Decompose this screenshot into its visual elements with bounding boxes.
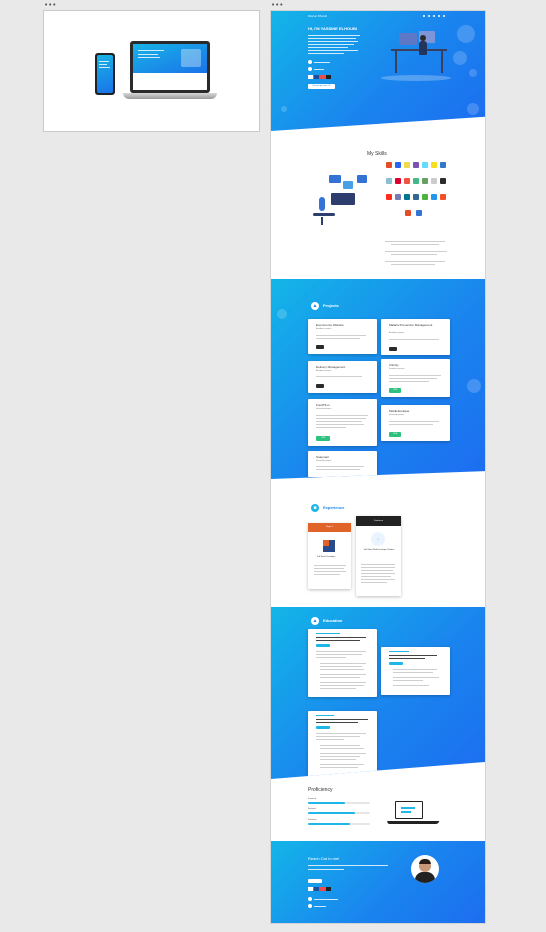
instagram-icon[interactable] <box>320 887 325 891</box>
experience-section: ■ Experience Stage 1 Full Stack Develope… <box>271 479 485 609</box>
project-card[interactable]: Malaria Prevention Management Academic p… <box>381 319 450 355</box>
nav-item[interactable] <box>433 15 435 17</box>
experience-card-header: Freelance <box>356 516 401 526</box>
project-subtitle: Academic project <box>389 332 405 334</box>
project-title: Mobileboutique <box>389 409 410 413</box>
linkedin-icon[interactable] <box>314 887 319 891</box>
project-card[interactable]: Delivery Management Academic project <box>308 361 377 393</box>
proficiency-bar <box>308 802 370 804</box>
laptop-mockup <box>130 41 210 93</box>
proficiency-title: Proficiency <box>308 787 333 793</box>
education-card[interactable] <box>308 629 377 697</box>
github-button[interactable] <box>389 347 397 351</box>
projects-section: ▲ Projects Ecommerce Website Academic pr… <box>271 279 485 479</box>
project-subtitle: Academic project <box>316 370 332 372</box>
education-card[interactable] <box>308 711 377 777</box>
right-frame-handle[interactable]: ••• <box>271 2 283 9</box>
location-icon <box>308 904 312 908</box>
contact-social-links <box>308 887 331 891</box>
live-button[interactable]: LIVE <box>316 436 330 441</box>
experience-title: Experience <box>323 505 345 510</box>
project-title: Snapmail <box>316 455 329 459</box>
linkedin-icon[interactable] <box>314 75 319 79</box>
proficiency-bar <box>308 823 370 825</box>
social-links <box>308 75 331 79</box>
company-logo: • <box>371 532 385 546</box>
project-title: FoodTILin <box>316 403 330 407</box>
github-icon[interactable] <box>326 75 331 79</box>
projects-title: Projects <box>323 303 339 308</box>
phone-mockup <box>95 53 115 95</box>
project-card[interactable]: Snapmail Internship project <box>308 451 377 477</box>
site-logo[interactable]: Yassine Elhoubi <box>308 14 327 18</box>
skills-section: My Skills <box>271 131 485 281</box>
education-icon: ▲ <box>311 617 319 625</box>
nav-item[interactable] <box>423 15 425 17</box>
experience-icon: ■ <box>311 504 319 512</box>
github-icon[interactable] <box>326 887 331 891</box>
hero-section: Yassine Elhoubi HI, I'M YASSINE ELHOUBI … <box>271 11 485 131</box>
education-section: ▲ Education <box>271 607 485 779</box>
project-subtitle: Internship project <box>389 414 405 416</box>
education-title: Education <box>323 618 343 623</box>
github-button[interactable] <box>316 345 324 349</box>
contact-section: Reach Out to me! <box>271 841 485 923</box>
resume-button[interactable] <box>308 879 322 883</box>
project-card[interactable]: Clinicty Freelance project LIVE <box>381 359 450 397</box>
proficiency-label: Database <box>308 819 317 821</box>
proficiency-label: Frontend <box>308 798 317 800</box>
projects-icon: ▲ <box>311 302 319 310</box>
project-subtitle: Academic project <box>316 328 332 330</box>
experience-card[interactable]: Stage 1 Full Stack Developer <box>308 523 351 589</box>
experience-card[interactable]: Freelance • Full Stack Web Developer Stu… <box>356 516 401 596</box>
project-title: Clinicty <box>389 363 399 367</box>
experience-role: Full Stack Developer <box>317 556 336 558</box>
education-card[interactable] <box>381 647 450 695</box>
instagram-icon[interactable] <box>320 75 325 79</box>
device-mockup-frame <box>43 10 260 132</box>
avatar <box>411 855 439 883</box>
proficiency-section: Proficiency Frontend Backend Database <box>271 779 485 841</box>
location-icon <box>308 67 312 71</box>
project-card[interactable]: FoodTILin Internship project LIVE <box>308 399 377 446</box>
laptop-base <box>123 93 217 99</box>
download-cv-button[interactable]: Telecharger mon CV <box>308 84 335 89</box>
project-title: Delivery Management <box>316 365 346 369</box>
project-subtitle: Freelance project <box>389 368 405 370</box>
project-title: Ecommerce Website <box>316 323 344 327</box>
experience-card-header: Stage 1 <box>308 523 351 532</box>
live-button[interactable]: LIVE <box>389 388 401 393</box>
proficiency-label: Backend <box>308 808 316 810</box>
website-preview[interactable]: Yassine Elhoubi HI, I'M YASSINE ELHOUBI … <box>270 10 486 924</box>
facebook-icon[interactable] <box>308 887 313 891</box>
project-card[interactable]: Ecommerce Website Academic project <box>308 319 377 354</box>
project-title: Malaria Prevention Management <box>389 323 433 327</box>
project-card[interactable]: Mobileboutique Internship project LIVE <box>381 405 450 441</box>
email-icon <box>308 897 312 901</box>
contact-title: Reach Out to me! <box>308 856 340 861</box>
hero-title: HI, I'M YASSINE ELHOUBI <box>308 26 357 31</box>
live-button[interactable]: LIVE <box>389 432 401 437</box>
project-subtitle: Internship project <box>316 408 332 410</box>
email-icon <box>308 60 312 64</box>
project-subtitle: Internship project <box>316 460 332 462</box>
site-nav <box>423 15 445 17</box>
github-button[interactable] <box>316 384 324 388</box>
experience-role: Full Stack Web Developer Student <box>363 549 395 551</box>
nav-item[interactable] <box>428 15 430 17</box>
left-frame-handle[interactable]: ••• <box>44 2 56 9</box>
nav-item[interactable] <box>438 15 440 17</box>
nav-item[interactable] <box>443 15 445 17</box>
skills-title: My Skills <box>367 151 387 157</box>
proficiency-bar <box>308 812 370 814</box>
facebook-icon[interactable] <box>308 75 313 79</box>
